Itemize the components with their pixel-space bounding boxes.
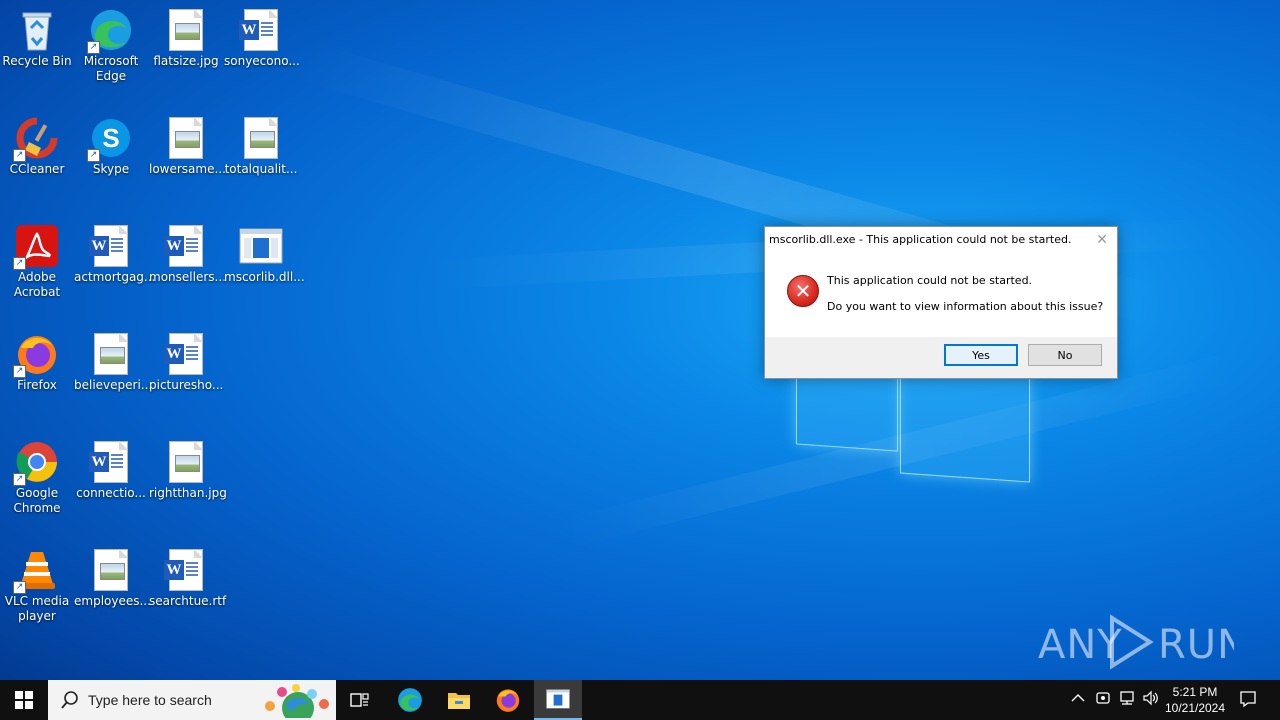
desktop-icon-employees[interactable]: employees... bbox=[74, 548, 151, 609]
svg-text:RUN: RUN bbox=[1158, 622, 1234, 668]
close-icon[interactable]: ✕ bbox=[1091, 230, 1113, 250]
desktop-icon-picturesho[interactable]: W picturesho... bbox=[149, 332, 223, 393]
search-icon bbox=[61, 691, 78, 709]
volume-icon[interactable] bbox=[1141, 690, 1161, 710]
desktop-icon-vlc[interactable]: ↗ VLC media player bbox=[0, 548, 74, 624]
network-icon[interactable] bbox=[1117, 690, 1137, 710]
taskbar-file-explorer[interactable] bbox=[437, 680, 481, 720]
image-file-icon bbox=[164, 116, 208, 160]
edge-icon bbox=[398, 688, 422, 712]
yes-button[interactable]: Yes bbox=[944, 344, 1018, 366]
dialog-message: This application could not be started. bbox=[827, 274, 1033, 287]
clock-time: 5:21 PM bbox=[1172, 685, 1218, 699]
chrome-icon: ↗ bbox=[13, 440, 59, 486]
windows-start-icon bbox=[15, 691, 33, 709]
svg-text:S: S bbox=[102, 123, 119, 153]
desktop-icon-flatsize[interactable]: flatsize.jpg bbox=[149, 8, 223, 69]
desktop-icon-totalqualit[interactable]: totalqualit... bbox=[224, 116, 298, 177]
start-button[interactable] bbox=[0, 680, 48, 720]
chevron-up-icon[interactable] bbox=[1068, 690, 1088, 710]
skype-icon: S ↗ bbox=[87, 116, 133, 162]
notifications-icon[interactable] bbox=[1238, 690, 1258, 710]
word-document-icon: W bbox=[89, 224, 133, 268]
dialog-question: Do you want to view information about th… bbox=[827, 300, 1104, 313]
acrobat-icon: ↗ bbox=[13, 224, 59, 270]
word-document-icon: W bbox=[164, 332, 208, 376]
search-highlight-icon bbox=[265, 684, 329, 718]
dialog-title-bar[interactable]: mscorlib.dll.exe - This application coul… bbox=[765, 227, 1117, 253]
desktop-icon-searchtue[interactable]: W searchtue.rtf bbox=[149, 548, 226, 609]
image-file-icon bbox=[239, 116, 283, 160]
taskbar-mscorlib-app[interactable] bbox=[534, 680, 582, 720]
taskbar-clock[interactable]: 5:21 PM 10/21/2024 bbox=[1162, 684, 1228, 716]
word-document-icon: W bbox=[164, 548, 208, 592]
desktop-icon-rightthan[interactable]: rightthan.jpg bbox=[149, 440, 227, 501]
application-icon bbox=[239, 224, 283, 268]
desktop-icon-microsoft-edge[interactable]: ↗ Microsoft Edge bbox=[74, 8, 148, 84]
image-file-icon bbox=[89, 332, 133, 376]
error-icon: ✕ bbox=[787, 275, 819, 307]
desktop-icon-ccleaner[interactable]: ↗ CCleaner bbox=[0, 116, 74, 177]
task-view-icon bbox=[350, 693, 369, 707]
desktop-icon-firefox[interactable]: ↗ Firefox bbox=[0, 332, 74, 393]
search-placeholder: Type here to search bbox=[88, 692, 212, 708]
taskbar-edge[interactable] bbox=[388, 680, 432, 720]
firefox-icon bbox=[496, 689, 520, 712]
image-file-icon bbox=[164, 8, 208, 52]
no-button[interactable]: No bbox=[1028, 344, 1102, 366]
anyrun-watermark: ANY RUN bbox=[1038, 612, 1247, 672]
folder-icon bbox=[448, 693, 470, 709]
desktop-icon-google-chrome[interactable]: ↗ Google Chrome bbox=[0, 440, 74, 516]
edge-icon: ↗ bbox=[87, 8, 133, 54]
dialog-body: ✕ This application could not be started.… bbox=[765, 253, 1117, 337]
taskbar: Type here to search 5:21 PM 10/21/2024 bbox=[0, 680, 1280, 720]
desktop-icon-lowersame[interactable]: lowersame... bbox=[149, 116, 226, 177]
desktop-icon-connectio[interactable]: W connectio... bbox=[74, 440, 148, 501]
meet-now-icon[interactable] bbox=[1093, 690, 1113, 710]
task-view-button[interactable] bbox=[338, 680, 382, 720]
recycle-bin-icon bbox=[15, 8, 59, 52]
desktop-icon-skype[interactable]: S ↗ Skype bbox=[74, 116, 148, 177]
application-icon bbox=[546, 689, 570, 709]
image-file-icon bbox=[164, 440, 208, 484]
word-document-icon: W bbox=[89, 440, 133, 484]
dialog-title: mscorlib.dll.exe - This application coul… bbox=[769, 233, 1072, 246]
firefox-icon: ↗ bbox=[13, 332, 59, 378]
desktop-icon-mscorlib[interactable]: mscorlib.dll... bbox=[224, 224, 305, 285]
word-document-icon: W bbox=[164, 224, 208, 268]
clock-date: 10/21/2024 bbox=[1164, 701, 1226, 715]
desktop-icon-adobe-acrobat[interactable]: ↗ Adobe Acrobat bbox=[0, 224, 74, 300]
vlc-icon: ↗ bbox=[13, 548, 59, 594]
word-document-icon: W bbox=[239, 8, 283, 52]
taskbar-search-box[interactable]: Type here to search bbox=[48, 680, 336, 720]
ccleaner-icon: ↗ bbox=[13, 116, 59, 162]
desktop-icon-recycle-bin[interactable]: Recycle Bin bbox=[0, 8, 74, 69]
taskbar-firefox[interactable] bbox=[486, 680, 530, 720]
desktop-icon-monsellers[interactable]: W monsellers... bbox=[149, 224, 226, 285]
desktop-icon-sonyecono[interactable]: W sonyecono... bbox=[224, 8, 300, 69]
desktop-icon-actmortgag[interactable]: W actmortgag... bbox=[74, 224, 155, 285]
image-file-icon bbox=[89, 548, 133, 592]
desktop-icon-believeperi[interactable]: believeperi... bbox=[74, 332, 152, 393]
error-dialog: mscorlib.dll.exe - This application coul… bbox=[764, 226, 1118, 379]
